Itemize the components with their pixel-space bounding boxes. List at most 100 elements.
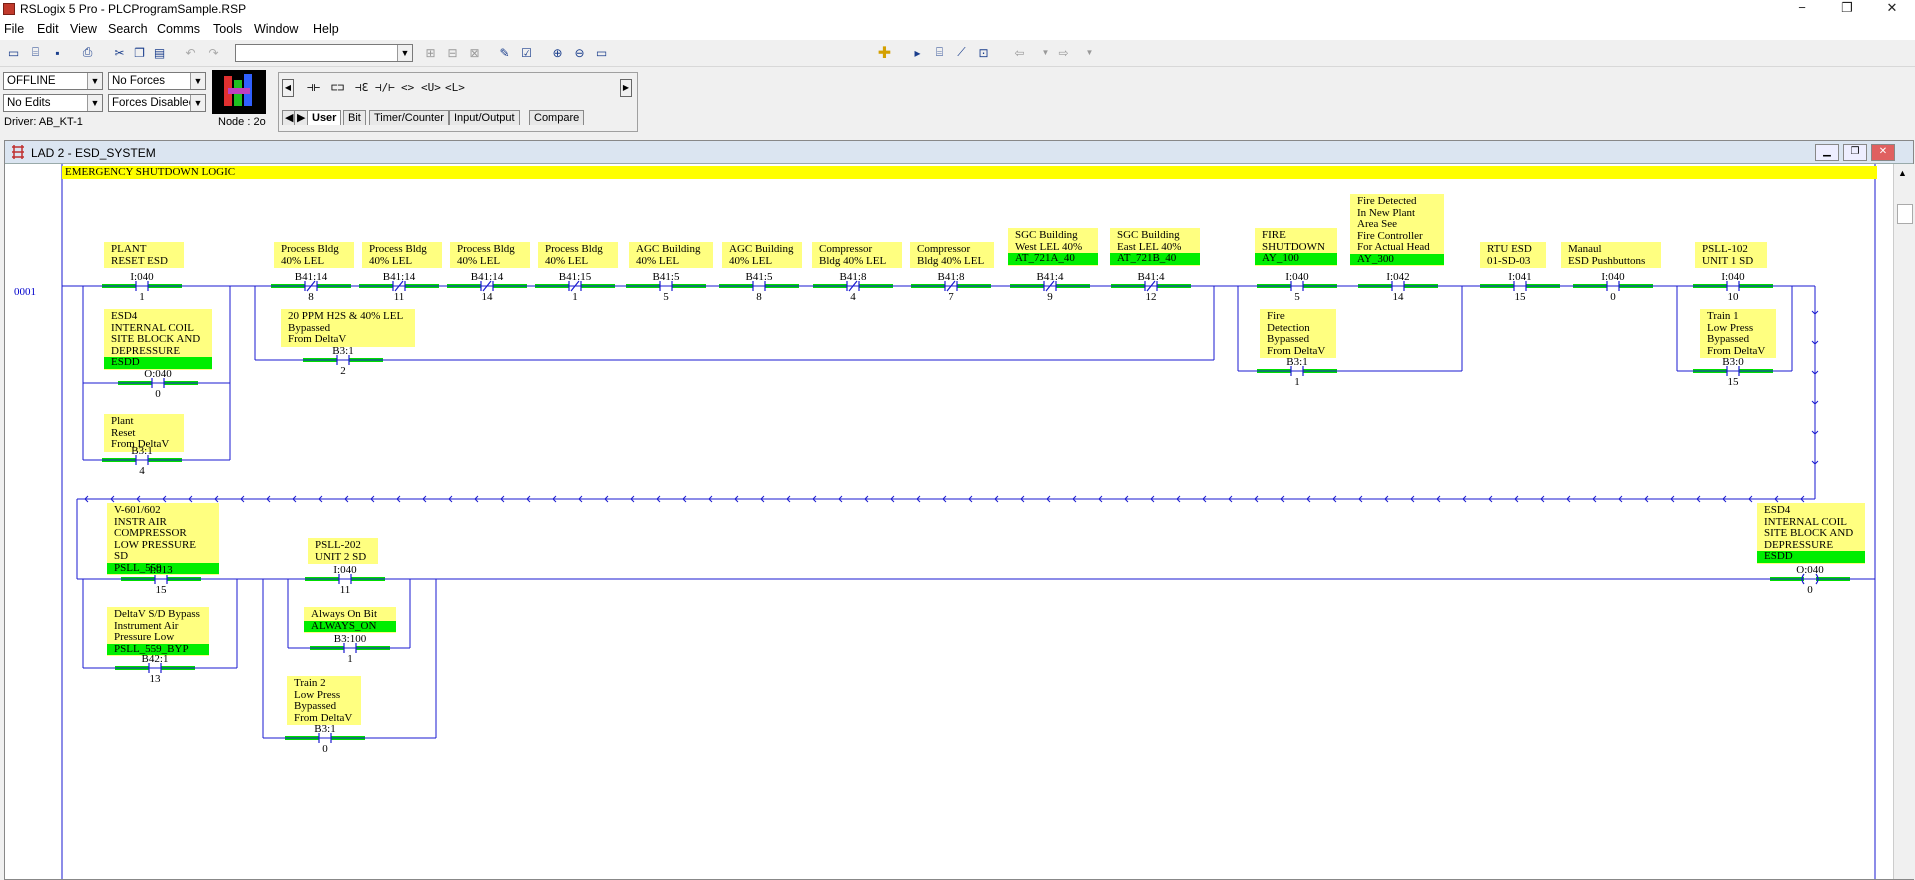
- undo-icon[interactable]: ↶: [183, 45, 198, 60]
- back-icon[interactable]: ⇦: [1012, 45, 1027, 60]
- play-icon[interactable]: ▸: [910, 45, 925, 60]
- verify-all-icon[interactable]: ⊟: [445, 45, 460, 60]
- mdi-minimize-button[interactable]: ▁: [1815, 144, 1839, 161]
- scroll-right-icon[interactable]: ▶: [620, 79, 632, 97]
- menu-help[interactable]: Help: [313, 22, 339, 36]
- ladder-view[interactable]: EMERGENCY SHUTDOWN LOGIC 0001 PLANT RESET…: [5, 164, 1893, 879]
- redo-icon[interactable]: ↷: [206, 45, 221, 60]
- tab-compare[interactable]: Compare: [529, 110, 585, 125]
- instruction-address[interactable]: B3:100: [315, 633, 385, 645]
- instruction-address[interactable]: I:040: [107, 271, 177, 283]
- instruction-address[interactable]: B41:14: [276, 271, 346, 283]
- vertical-scrollbar[interactable]: ▲: [1893, 164, 1914, 879]
- instruction-address[interactable]: I:040: [310, 564, 380, 576]
- edit-file-icon[interactable]: ☑: [519, 45, 534, 60]
- instr-xic-icon[interactable]: ⊣⊢: [307, 81, 320, 94]
- tab-timer-counter[interactable]: Timer/Counter: [369, 110, 449, 125]
- instruction-description: SGC Building West LEL 40% AT_721A_40: [1008, 228, 1098, 266]
- instruction-address[interactable]: B3:0: [1698, 356, 1768, 368]
- scroll-up-icon[interactable]: ▲: [1898, 168, 1907, 178]
- tab-input-output[interactable]: Input/Output: [449, 110, 520, 125]
- description-line: Fire Detected: [1357, 195, 1417, 207]
- instr-unlatch-icon[interactable]: <U>: [421, 81, 441, 94]
- scroll-left-icon[interactable]: ◀: [282, 79, 294, 97]
- tab-bit[interactable]: Bit: [343, 110, 366, 125]
- new-file-icon[interactable]: ▭: [6, 45, 21, 60]
- instruction-address[interactable]: B41:14: [452, 271, 522, 283]
- instruction-address[interactable]: B41:8: [916, 271, 986, 283]
- menu-window[interactable]: Window: [254, 22, 298, 36]
- accept-icon[interactable]: ⊠: [467, 45, 482, 60]
- instruction-address[interactable]: B3:1: [290, 723, 360, 735]
- close-button[interactable]: ✕: [1870, 0, 1914, 18]
- print-icon[interactable]: ⎙: [80, 45, 95, 60]
- forward-dropdown-icon[interactable]: ▼: [1082, 45, 1097, 60]
- menu-edit[interactable]: Edit: [37, 22, 59, 36]
- instruction-address[interactable]: B3:1: [107, 445, 177, 457]
- instruction-address[interactable]: I:042: [1363, 271, 1433, 283]
- window-icon[interactable]: ▭: [594, 45, 609, 60]
- instruction-address[interactable]: B3:1: [1262, 356, 1332, 368]
- zoom-out-icon[interactable]: ⊖: [572, 45, 587, 60]
- menu-file[interactable]: File: [4, 22, 24, 36]
- instruction-address[interactable]: I:040: [1578, 271, 1648, 283]
- verify-icon[interactable]: ⊞: [423, 45, 438, 60]
- instruction-bit: 5: [1294, 291, 1300, 303]
- instruction-address[interactable]: B41:15: [540, 271, 610, 283]
- menu-tools[interactable]: Tools: [213, 22, 242, 36]
- instruction-address[interactable]: B3:1: [308, 345, 378, 357]
- instruction-address[interactable]: I:040: [1262, 271, 1332, 283]
- menu-search[interactable]: Search: [108, 22, 148, 36]
- instruction-address[interactable]: B41:4: [1116, 271, 1186, 283]
- instruction-address[interactable]: B42:1: [120, 653, 190, 665]
- forces-select[interactable]: No Forces ▼: [108, 72, 206, 90]
- instr-branch-icon[interactable]: ⊏⊐: [331, 81, 344, 94]
- mdi-close-button[interactable]: ✕: [1871, 144, 1895, 161]
- paste-icon[interactable]: ▤: [152, 45, 167, 60]
- forward-icon[interactable]: ⇨: [1056, 45, 1071, 60]
- instruction-address[interactable]: O:040: [1775, 564, 1845, 576]
- edits-select[interactable]: No Edits ▼: [3, 94, 103, 112]
- instruction-address[interactable]: I:041: [1485, 271, 1555, 283]
- cut-icon[interactable]: ✂: [112, 45, 127, 60]
- instruction-address[interactable]: O:040: [123, 368, 193, 380]
- description-line: 40% LEL: [545, 254, 589, 267]
- instruction-address[interactable]: B41:5: [631, 271, 701, 283]
- instruction-address[interactable]: I:040: [1698, 271, 1768, 283]
- toolbar-combo[interactable]: ▼: [235, 44, 413, 62]
- maximize-button[interactable]: ❐: [1825, 0, 1869, 18]
- data-monitor-icon[interactable]: ⊡: [976, 45, 991, 60]
- edit-rung-icon[interactable]: ✎: [497, 45, 512, 60]
- add-icon[interactable]: ✚: [877, 45, 892, 62]
- instr-latch-icon[interactable]: <L>: [445, 81, 465, 94]
- rung-header-comment: EMERGENCY SHUTDOWN LOGIC: [62, 166, 1877, 179]
- mdi-restore-button[interactable]: ❐: [1843, 144, 1867, 161]
- instruction-address[interactable]: B41:5: [724, 271, 794, 283]
- instruction-description: ESD4 INTERNAL COIL SITE BLOCK AND DEPRESSUR…: [104, 309, 212, 370]
- open-project-icon[interactable]: ⌸: [932, 45, 947, 60]
- trend-icon[interactable]: ⟋: [954, 45, 969, 60]
- instruction-address[interactable]: I:013: [126, 564, 196, 576]
- open-folder-icon[interactable]: ⌸: [28, 45, 43, 60]
- save-icon[interactable]: ▪: [50, 45, 65, 60]
- copy-icon[interactable]: ❐: [132, 45, 147, 60]
- forces-state-select[interactable]: Forces Disabled ▼: [108, 94, 206, 112]
- mode-select[interactable]: OFFLINE ▼: [3, 72, 103, 90]
- back-dropdown-icon[interactable]: ▼: [1038, 45, 1053, 60]
- minimize-button[interactable]: −: [1780, 0, 1824, 18]
- instruction-address[interactable]: B41:8: [818, 271, 888, 283]
- menu-view[interactable]: View: [70, 22, 97, 36]
- instruction-bit: 1: [139, 291, 145, 303]
- instr-ote-icon[interactable]: ⊣ℇ: [355, 81, 368, 94]
- description-line: Bypassed: [294, 700, 337, 712]
- instr-xio-icon[interactable]: ⊣/⊢: [375, 81, 395, 94]
- instruction-address[interactable]: B41:14: [364, 271, 434, 283]
- menu-comms[interactable]: Comms: [157, 22, 200, 36]
- scrollbar-thumb[interactable]: [1897, 204, 1913, 224]
- mode-value: OFFLINE: [7, 75, 56, 87]
- instr-coil-icon[interactable]: <>: [401, 81, 414, 94]
- instruction-address[interactable]: B41:4: [1015, 271, 1085, 283]
- zoom-in-icon[interactable]: ⊕: [550, 45, 565, 60]
- tab-user[interactable]: User: [307, 110, 342, 125]
- instruction-bit: 13: [149, 673, 161, 685]
